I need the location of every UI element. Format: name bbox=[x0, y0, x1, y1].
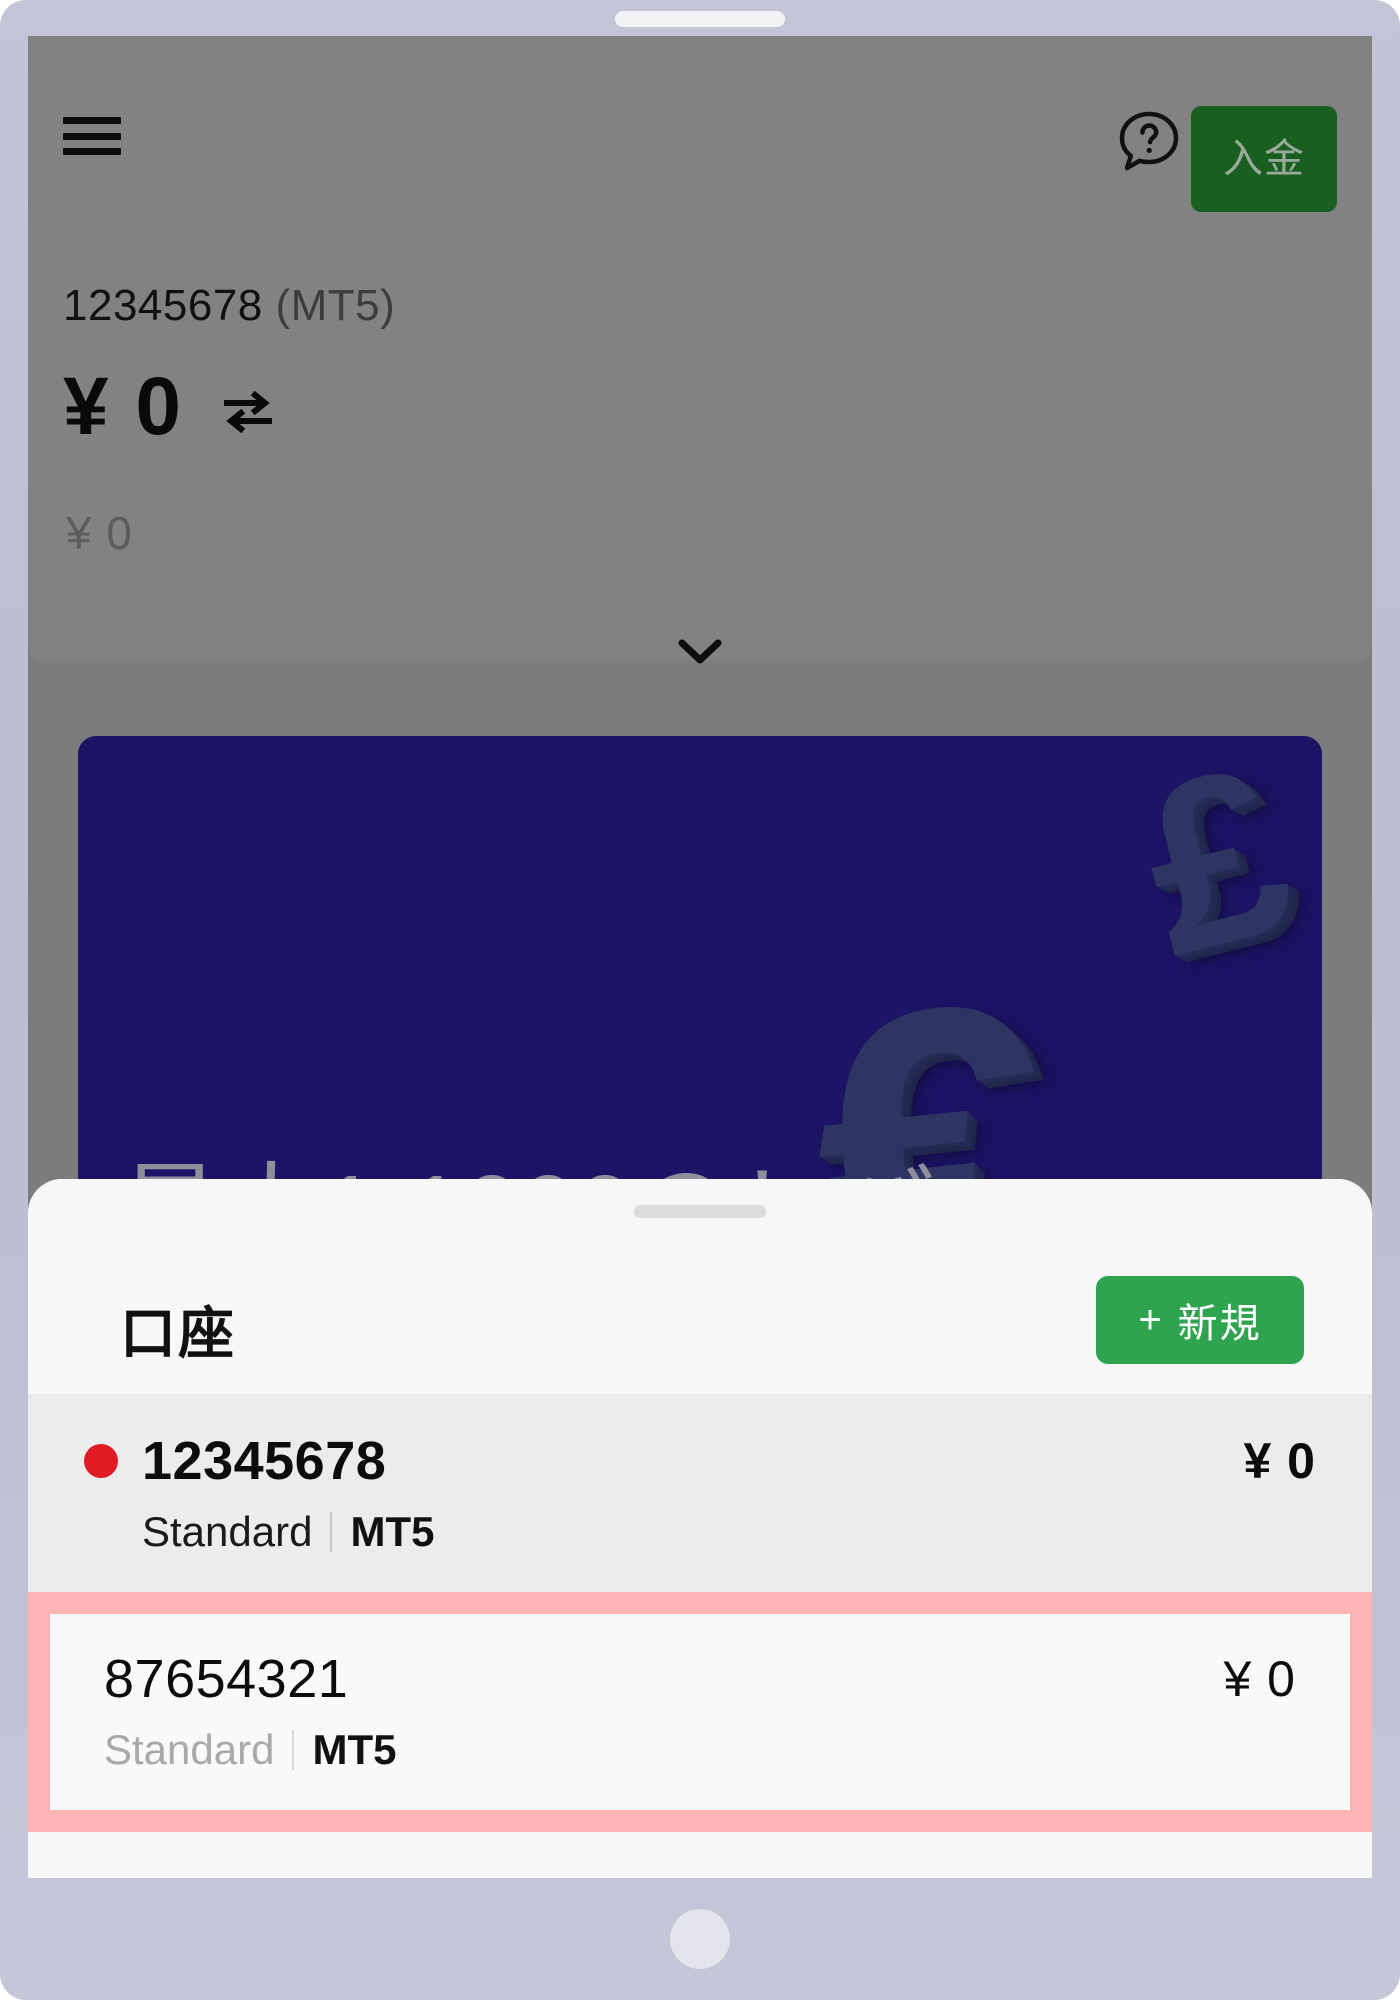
promo-banner[interactable]: £ € 最大1:1000のレバ bbox=[78, 736, 1322, 1256]
deposit-button[interactable]: 入金 bbox=[1191, 106, 1337, 212]
device-bottom-bezel bbox=[0, 1878, 1400, 2000]
hamburger-menu-icon[interactable] bbox=[63, 114, 121, 158]
account-list: 12345678 ¥ 0 Standard MT5 87654321 ¥ 0 S… bbox=[28, 1394, 1372, 1878]
help-question-bubble-icon[interactable] bbox=[1116, 108, 1182, 174]
sheet-header: 口座 + 新規 bbox=[28, 1179, 1372, 1394]
sheet-drag-handle[interactable] bbox=[634, 1205, 766, 1218]
account-row-top: 12345678 ¥ 0 bbox=[84, 1430, 1316, 1492]
account-list-item-selected[interactable]: 87654321 ¥ 0 Standard MT5 bbox=[50, 1614, 1350, 1810]
home-button[interactable] bbox=[669, 1908, 731, 1970]
balance-amount: ¥ 0 bbox=[63, 361, 183, 452]
meta-divider bbox=[330, 1512, 333, 1552]
account-number-text: 12345678 bbox=[63, 281, 276, 330]
account-balance: ¥ 0 bbox=[1243, 1433, 1316, 1489]
top-bar: 入金 bbox=[28, 86, 1372, 212]
sub-balance-amount: ¥ 0 bbox=[66, 507, 133, 559]
account-header-card: 入金 12345678 (MT5) ¥ 0 ¥ 0 bbox=[28, 36, 1372, 664]
balance-row: ¥ 0 bbox=[63, 366, 275, 448]
account-picker-sheet: 口座 + 新規 12345678 ¥ 0 Standard MT5 876543… bbox=[28, 1179, 1372, 1878]
new-account-label: 新規 bbox=[1177, 1302, 1262, 1346]
earpiece-speaker bbox=[615, 11, 785, 27]
account-row-meta: Standard MT5 bbox=[142, 1508, 1316, 1556]
new-account-button[interactable]: + 新規 bbox=[1096, 1276, 1304, 1364]
account-platform-text: (MT5) bbox=[275, 281, 396, 330]
transfer-arrows-icon[interactable] bbox=[221, 385, 275, 439]
chevron-down-icon[interactable] bbox=[676, 636, 724, 666]
account-type: Standard bbox=[104, 1726, 275, 1773]
account-type: Standard bbox=[142, 1508, 313, 1555]
account-number: 12345678 bbox=[142, 1431, 387, 1491]
account-list-item-active[interactable]: 12345678 ¥ 0 Standard MT5 bbox=[28, 1394, 1372, 1592]
account-list-item-highlight-wrapper: 87654321 ¥ 0 Standard MT5 bbox=[28, 1592, 1372, 1832]
meta-divider bbox=[292, 1730, 295, 1770]
account-platform: MT5 bbox=[312, 1726, 397, 1773]
sheet-title: 口座 bbox=[120, 1302, 236, 1365]
device-frame: 入金 12345678 (MT5) ¥ 0 ¥ 0 £ € 口座 + 新規 12… bbox=[0, 0, 1400, 2000]
account-row-meta: Standard MT5 bbox=[104, 1726, 1296, 1774]
phone-screen: 入金 12345678 (MT5) ¥ 0 ¥ 0 £ € 口座 + 新規 12… bbox=[28, 36, 1372, 1878]
account-row-top: 87654321 ¥ 0 bbox=[104, 1648, 1296, 1710]
device-top-bezel bbox=[0, 0, 1400, 36]
pound-symbol-graphic: £ bbox=[1118, 736, 1313, 1007]
account-number: 87654321 bbox=[104, 1649, 349, 1709]
account-number-platform: 12345678 (MT5) bbox=[63, 281, 395, 331]
account-row-left: 12345678 bbox=[84, 1430, 386, 1492]
status-dot-icon bbox=[84, 1444, 118, 1478]
account-row-left: 87654321 bbox=[104, 1648, 348, 1710]
account-balance: ¥ 0 bbox=[1223, 1651, 1296, 1707]
plus-icon: + bbox=[1138, 1297, 1164, 1342]
account-platform: MT5 bbox=[350, 1508, 435, 1555]
